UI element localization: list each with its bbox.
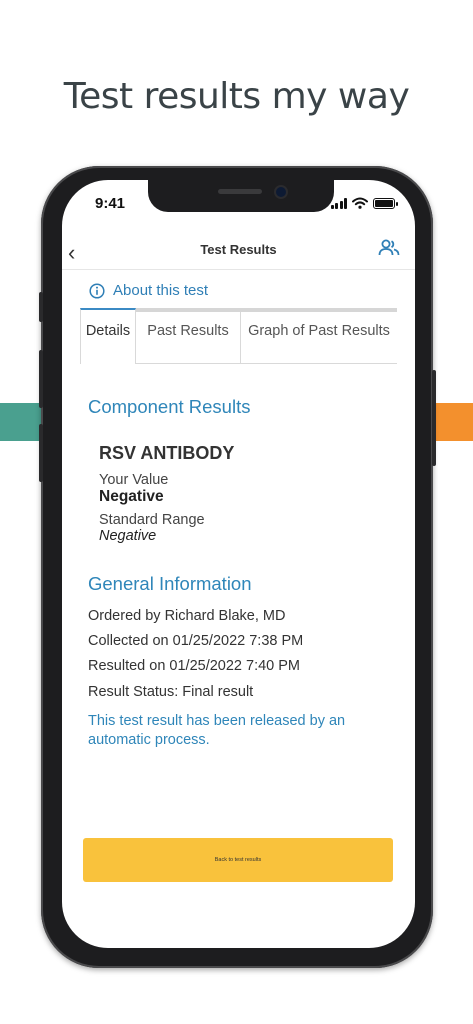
notch [148,180,334,212]
front-camera [276,187,286,197]
resulted-on: Resulted on 01/25/2022 7:40 PM [88,658,301,674]
about-label: About this test [113,282,209,299]
release-note: This test result has been released by an… [88,713,346,748]
tab-bar: Details Past Results Graph of Past Resul… [80,308,397,364]
status-icons [330,197,398,209]
component-results-heading: Component Results [88,396,251,417]
nav-title: Test Results [200,242,277,257]
tab-details[interactable]: Details [80,308,136,364]
people-icon[interactable] [378,239,400,257]
info-icon [89,282,105,299]
component-name: RSV ANTIBODY [99,443,235,463]
result-status: Result Status: Final result [88,684,254,700]
phone-mute-switch [39,292,43,322]
phone-volume-down [39,424,43,482]
general-information-heading: General Information [88,573,252,594]
tab-graph-of-past-results[interactable]: Graph of Past Results [241,312,397,364]
signal-icon [330,197,347,209]
phone-power-button [432,370,436,466]
phone-volume-up [39,350,43,408]
about-this-test-link[interactable]: About this test [89,282,208,299]
wifi-icon [352,197,368,209]
headline: Test results my way [63,76,410,117]
standard-range-value: Negative [99,528,157,544]
standard-range-label: Standard Range [99,512,205,528]
speaker [218,189,262,194]
battery-icon [373,197,398,209]
phone-screen: 9:41 ‹ Test Results About this test Deta… [62,180,415,948]
tab-past-results[interactable]: Past Results [136,312,241,364]
nav-bar: ‹ Test Results [62,232,415,270]
your-value-label: Your Value [99,472,169,488]
ordered-by: Ordered by Richard Blake, MD [88,608,286,624]
your-value: Negative [99,488,164,505]
collected-on: Collected on 01/25/2022 7:38 PM [88,633,304,649]
back-to-test-results-button[interactable]: Back to test results [83,838,393,882]
status-time: 9:41 [95,195,126,212]
